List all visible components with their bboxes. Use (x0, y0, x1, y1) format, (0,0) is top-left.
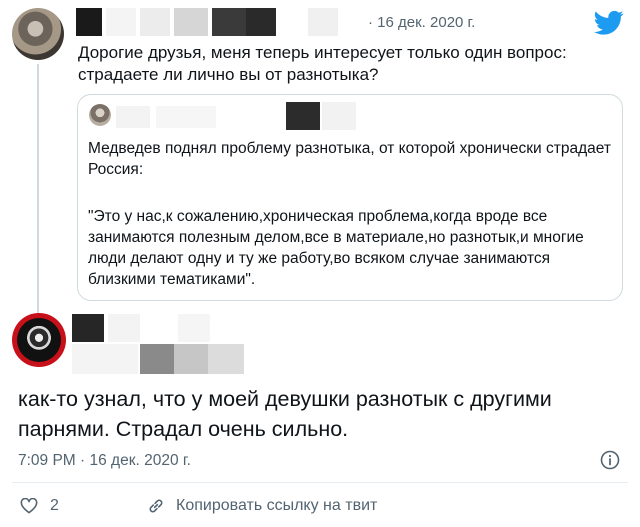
redacted-reply-author-name (72, 314, 244, 376)
tweet-text: Дорогие друзья, меня теперь интересует т… (78, 43, 567, 84)
quoted-tweet-text: Медведев поднял проблему разнотыка, от к… (88, 140, 611, 178)
redacted-quoted-author-name (116, 102, 356, 130)
quoted-author-avatar (89, 104, 111, 126)
tweet-date[interactable]: · 16 дек. 2020 г. (368, 14, 475, 31)
author-avatar[interactable] (12, 8, 64, 60)
quoted-citation-text: "Это у нас,к сожалению,хроническая пробл… (88, 208, 584, 288)
heart-icon[interactable] (20, 498, 38, 514)
thread-connector-line (37, 64, 39, 314)
twitter-bird-icon[interactable] (594, 10, 624, 36)
like-count[interactable]: 2 (50, 497, 59, 515)
reply-timestamp[interactable]: 7:09 PM · 16 дек. 2020 г. (18, 452, 191, 470)
link-icon[interactable] (147, 497, 165, 515)
redacted-author-name (76, 8, 366, 36)
actions-divider (12, 482, 628, 483)
info-icon[interactable] (600, 450, 620, 470)
reply-author-avatar[interactable] (12, 313, 66, 367)
copy-link-button[interactable]: Копировать ссылку на твит (176, 497, 377, 515)
reply-text: как-то узнал, что у моей девушки разноты… (18, 387, 552, 441)
